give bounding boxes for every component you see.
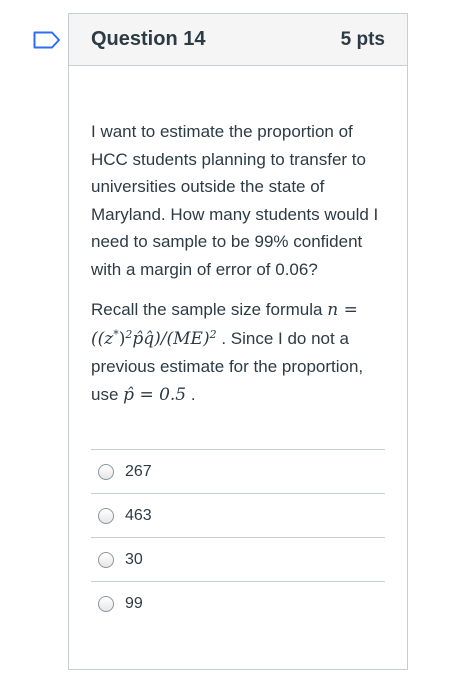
question-body: I want to estimate the proportion of HCC… bbox=[69, 66, 407, 626]
phat-value: p̂ = 0.5 bbox=[123, 384, 187, 405]
question-text: I want to estimate the proportion of HCC… bbox=[91, 122, 379, 279]
question-formula-paragraph: Recall the sample size formula n = ((z*)… bbox=[91, 296, 385, 409]
question-flag-icon[interactable] bbox=[33, 31, 61, 49]
formula-sup: 2 bbox=[209, 327, 217, 341]
radio-button-icon[interactable] bbox=[98, 463, 114, 480]
answer-list: 267 463 30 99 bbox=[91, 449, 385, 626]
end-text: . bbox=[190, 384, 196, 404]
answer-option[interactable]: 30 bbox=[91, 538, 385, 582]
answer-label[interactable]: 99 bbox=[125, 590, 143, 618]
question-card: Question 14 5 pts I want to estimate the… bbox=[68, 13, 408, 670]
question-points: 5 pts bbox=[340, 28, 385, 50]
formula-part: p̂q̂)/(ME) bbox=[132, 328, 210, 349]
question-title: Question 14 bbox=[91, 28, 206, 50]
radio-button-icon[interactable] bbox=[98, 596, 114, 612]
answer-label[interactable]: 30 bbox=[125, 546, 143, 574]
question-header: Question 14 5 pts bbox=[69, 14, 407, 66]
answer-label[interactable]: 267 bbox=[125, 458, 152, 486]
radio-button-icon[interactable] bbox=[98, 507, 114, 524]
answer-option[interactable]: 267 bbox=[91, 450, 385, 494]
radio-button-icon[interactable] bbox=[98, 551, 114, 568]
answer-option[interactable]: 463 bbox=[91, 494, 385, 538]
recall-text: Recall the sample size formula bbox=[91, 300, 323, 319]
answer-option[interactable]: 99 bbox=[91, 582, 385, 626]
quiz-page: Question 14 5 pts I want to estimate the… bbox=[0, 0, 468, 700]
answer-label[interactable]: 463 bbox=[125, 502, 152, 530]
